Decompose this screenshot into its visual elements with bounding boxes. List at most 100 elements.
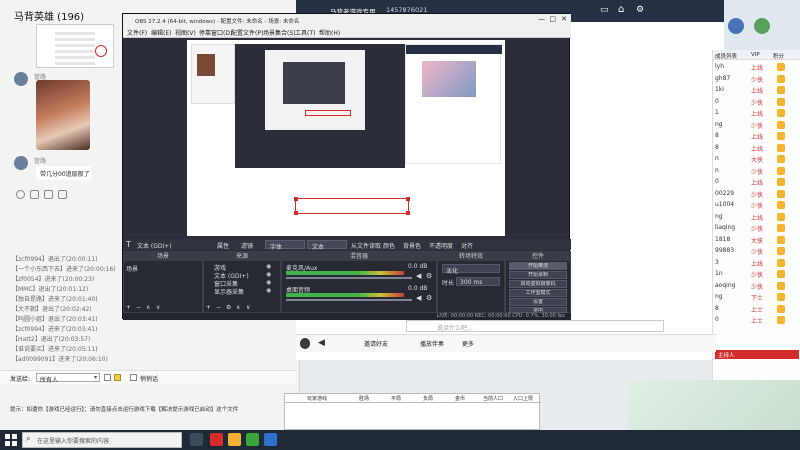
move-down-icon[interactable]: ∨ <box>246 304 250 311</box>
microphone-icon[interactable] <box>300 338 310 349</box>
font-color-icon[interactable] <box>114 374 121 381</box>
more-button[interactable]: 更多 <box>462 339 474 348</box>
minimize-icon[interactable]: — <box>538 15 545 23</box>
send-target-select[interactable]: 所有人 ▾ <box>36 373 100 384</box>
qq-icon[interactable] <box>264 433 277 446</box>
shared-photo[interactable] <box>36 80 90 150</box>
menu-help[interactable]: 帮助(H) <box>319 28 340 37</box>
close-icon[interactable]: ✕ <box>561 15 567 23</box>
member-row[interactable]: u1004 少侠 <box>713 200 800 210</box>
remove-source-icon[interactable]: − <box>216 304 221 311</box>
play-accompaniment-button[interactable]: 播放伴奏 <box>420 339 444 348</box>
host-badge[interactable]: 主持人 <box>715 350 799 359</box>
menu-edit[interactable]: 编辑(E) <box>151 28 171 37</box>
member-row[interactable]: 3 上线 <box>713 258 800 268</box>
start-streaming-button[interactable]: 开始推流 <box>509 262 567 270</box>
visibility-eye-icon[interactable]: ◉ <box>266 263 271 270</box>
volume-slider[interactable] <box>286 299 412 301</box>
private-checkbox[interactable] <box>130 374 137 381</box>
avatar[interactable] <box>728 18 744 34</box>
visibility-eye-icon[interactable]: ◉ <box>266 279 271 286</box>
member-row[interactable]: 8 上线 <box>713 131 800 141</box>
task-view-icon[interactable] <box>190 433 203 446</box>
app-game-icon[interactable] <box>228 433 241 446</box>
member-row[interactable]: 99883 少侠 <box>713 246 800 256</box>
menu-profile[interactable]: 配置文件(P) <box>231 28 263 37</box>
image-icon[interactable] <box>44 190 53 199</box>
duration-input[interactable]: 300 ms <box>456 277 500 286</box>
member-row[interactable]: 00229 少侠 <box>713 189 800 199</box>
start-recording-button[interactable]: 开始录制 <box>509 271 567 279</box>
member-row[interactable]: aoqing 少侠 <box>713 281 800 291</box>
avatar[interactable] <box>754 18 770 34</box>
text-select-button[interactable]: 文本 <box>307 240 347 251</box>
avatar[interactable] <box>14 72 28 86</box>
menu-docks[interactable]: 停靠窗口(D) <box>199 28 232 37</box>
visibility-eye-icon[interactable]: ◉ <box>266 271 271 278</box>
member-row[interactable]: liaqing 少侠 <box>713 223 800 233</box>
taskbar-search[interactable]: ⌕ 在这里输入你要搜索的内容 <box>22 432 182 448</box>
filters-button[interactable]: 滤镜 <box>241 241 253 250</box>
member-row[interactable]: 8 上线 <box>713 143 800 153</box>
volume-slider[interactable] <box>286 277 412 279</box>
gear-icon[interactable]: ⚙ <box>426 294 432 302</box>
member-row[interactable]: 8 上士 <box>713 304 800 314</box>
color-option[interactable]: 颜色 <box>383 241 395 250</box>
member-row[interactable]: gh87 少侠 <box>713 74 800 84</box>
opacity-option[interactable]: 不透明度 <box>429 241 453 250</box>
settings-button[interactable]: 设置 <box>509 298 567 306</box>
member-row[interactable]: 0 少侠 <box>713 97 800 107</box>
move-up-icon[interactable]: ∧ <box>146 304 150 311</box>
folder-icon[interactable] <box>30 190 39 199</box>
menu-scene-collection[interactable]: 场景集合(S) <box>263 28 296 37</box>
shared-image-sheet[interactable] <box>36 24 114 68</box>
visibility-eye-icon[interactable]: ◉ <box>266 287 271 294</box>
member-row[interactable]: ng 少侠 <box>713 120 800 130</box>
app-w-icon[interactable] <box>210 433 223 446</box>
gear-icon[interactable]: ⚙ <box>426 272 432 280</box>
live-message-input[interactable]: 说点什么吧... <box>406 320 664 332</box>
member-row[interactable]: 1818 大侠 <box>713 235 800 245</box>
scene-item[interactable]: 场景 <box>126 264 138 273</box>
move-down-icon[interactable]: ∨ <box>156 304 160 311</box>
screen-icon[interactable]: ▭ <box>600 5 609 15</box>
transition-select[interactable]: 淡化 <box>442 264 500 275</box>
menu-file[interactable]: 文件(F) <box>127 28 147 37</box>
add-source-icon[interactable]: + <box>206 304 211 311</box>
maximize-icon[interactable]: □ <box>549 15 556 23</box>
invite-button[interactable]: 邀请好友 <box>364 339 388 348</box>
member-row[interactable]: 1ki 上线 <box>713 85 800 95</box>
screenshot-icon[interactable] <box>58 190 67 199</box>
member-row[interactable]: 1 上线 <box>713 108 800 118</box>
studio-mode-button[interactable]: 工作室模式 <box>509 289 567 297</box>
text-source-selection[interactable] <box>294 197 410 215</box>
menu-tools[interactable]: 工具(T) <box>295 28 315 37</box>
move-up-icon[interactable]: ∧ <box>236 304 240 311</box>
source-settings-icon[interactable]: ⚙ <box>226 304 231 311</box>
member-row[interactable]: n 少侠 <box>713 166 800 176</box>
member-row[interactable]: ng 上线 <box>713 212 800 222</box>
menu-view[interactable]: 视图(V) <box>175 28 196 37</box>
member-row[interactable]: 0 上士 <box>713 315 800 325</box>
properties-button[interactable]: 属性 <box>217 241 229 250</box>
member-row[interactable]: 0 上线 <box>713 177 800 187</box>
home-icon[interactable]: ⌂ <box>618 4 624 15</box>
avatar[interactable] <box>14 156 28 170</box>
speaker-icon[interactable]: ◀ <box>416 272 421 280</box>
emoji-icon[interactable] <box>16 190 25 199</box>
read-from-file-toggle[interactable]: 从文件读取 <box>351 241 381 250</box>
speaker-icon[interactable]: ◀ <box>318 338 325 348</box>
color-icon[interactable] <box>104 374 111 381</box>
source-item[interactable]: 显示器采集 <box>214 287 244 296</box>
member-row[interactable]: n 大侠 <box>713 154 800 164</box>
windows-start-icon[interactable] <box>4 433 18 447</box>
virtual-camera-button[interactable]: 启动虚拟摄像机 <box>509 280 567 288</box>
member-row[interactable]: 1n 少侠 <box>713 269 800 279</box>
member-row[interactable]: ng 下士 <box>713 292 800 302</box>
bg-color-option[interactable]: 背景色 <box>403 241 421 250</box>
obs-preview-canvas[interactable] <box>187 40 505 236</box>
add-scene-icon[interactable]: + <box>126 304 131 311</box>
member-row[interactable]: lyh 上线 <box>713 62 800 72</box>
remove-scene-icon[interactable]: − <box>136 304 141 311</box>
speaker-icon[interactable]: ◀ <box>416 294 421 302</box>
